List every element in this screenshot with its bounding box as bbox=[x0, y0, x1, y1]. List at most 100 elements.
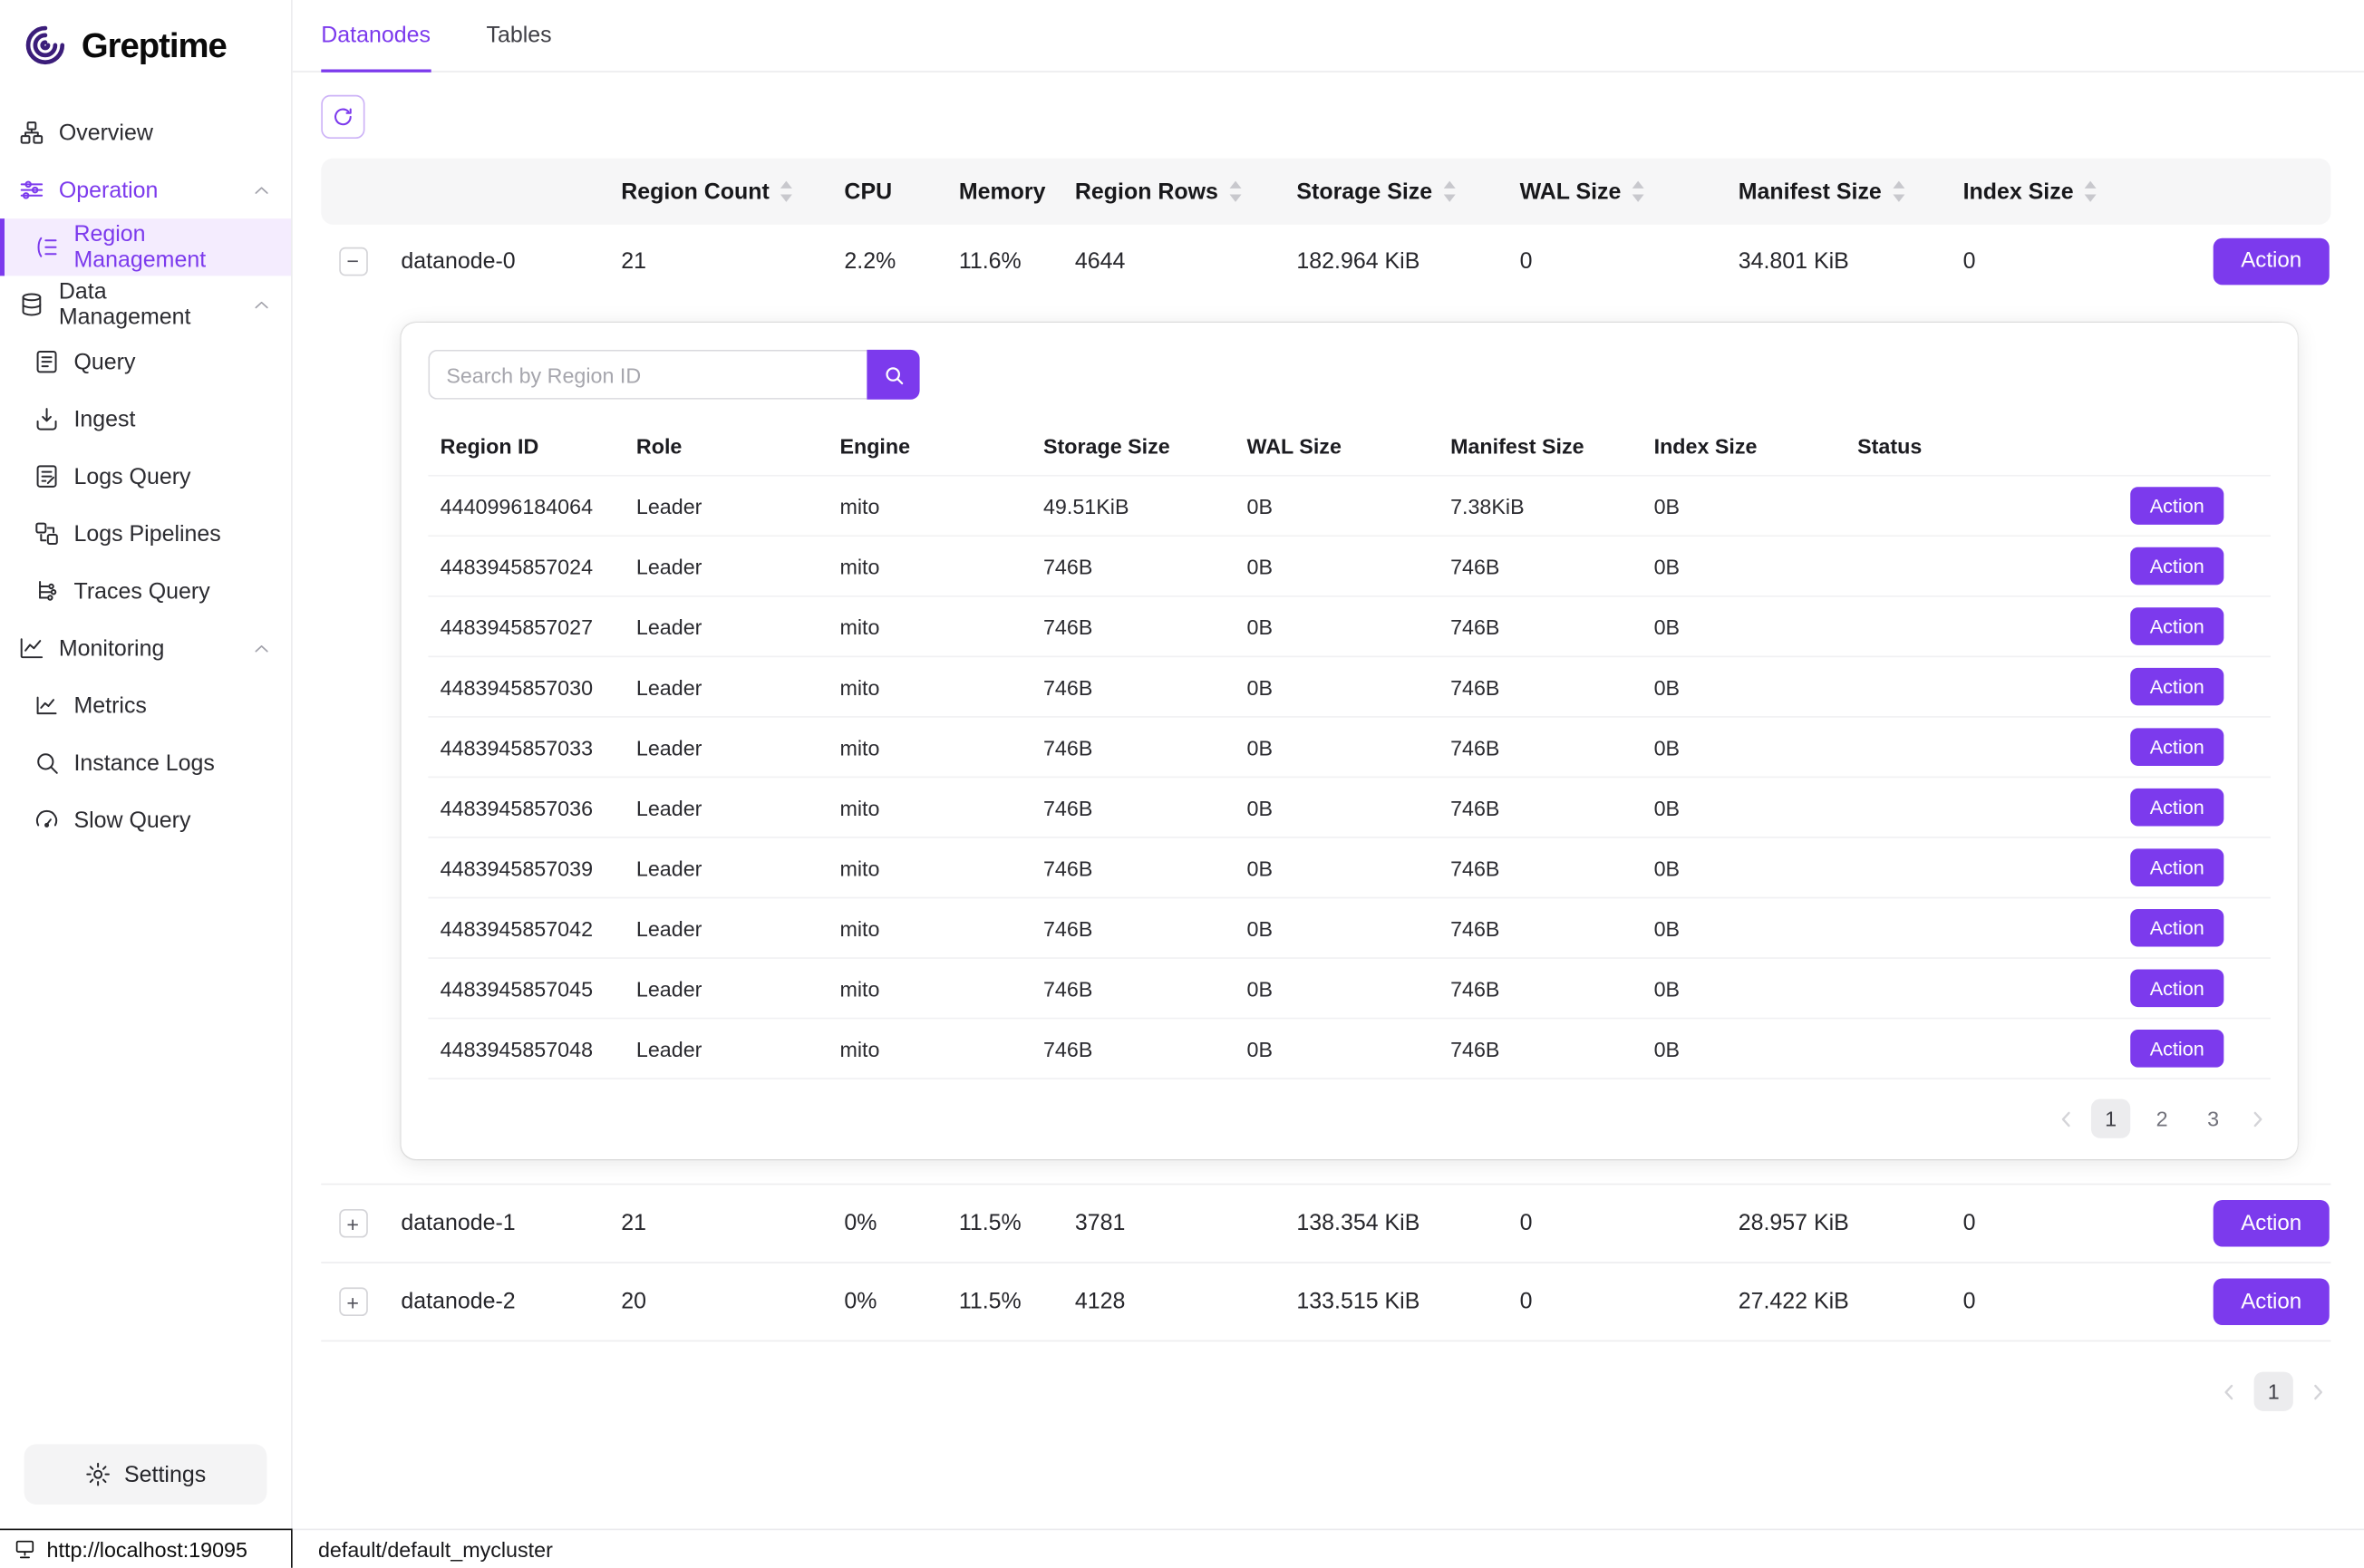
page-button[interactable]: 1 bbox=[2254, 1372, 2293, 1411]
datanode-action-button[interactable]: Action bbox=[2214, 1200, 2330, 1247]
sidebar-item-instance-logs[interactable]: Instance Logs bbox=[0, 734, 291, 791]
manifest-size-cell: 746B bbox=[1450, 976, 1654, 1001]
sidebar-item-query[interactable]: Query bbox=[0, 334, 291, 391]
role-cell: Leader bbox=[636, 1036, 840, 1060]
sort-icon[interactable] bbox=[1892, 181, 1905, 202]
role-cell: Leader bbox=[636, 674, 840, 699]
region-action-button[interactable]: Action bbox=[2130, 607, 2224, 645]
brand-name: Greptime bbox=[82, 24, 227, 65]
sidebar-item-region-management[interactable]: Region Management bbox=[0, 218, 291, 276]
sort-icon[interactable] bbox=[2084, 181, 2098, 202]
storage-size-cell: 138.354 KiB bbox=[1296, 1211, 1519, 1236]
region-action-button[interactable]: Action bbox=[2130, 547, 2224, 586]
engine-cell: mito bbox=[839, 1036, 1043, 1060]
sidebar-item-metrics[interactable]: Metrics bbox=[0, 677, 291, 734]
chevron-right-icon[interactable] bbox=[2305, 1379, 2330, 1404]
column-index-size: Index Size bbox=[1963, 179, 2186, 204]
chevron-left-icon[interactable] bbox=[2053, 1106, 2078, 1131]
sidebar-item-label: Metrics bbox=[74, 692, 147, 718]
cluster-indicator[interactable]: default/default_mycluster bbox=[293, 1529, 2364, 1568]
sidebar-item-traces-query[interactable]: Traces Query bbox=[0, 562, 291, 619]
search-button[interactable] bbox=[867, 350, 919, 400]
region-action-button[interactable]: Action bbox=[2130, 969, 2224, 1007]
datanode-action-button[interactable]: Action bbox=[2214, 237, 2330, 285]
sidebar-item-label: Instance Logs bbox=[74, 750, 215, 775]
storage-size-cell: 746B bbox=[1043, 554, 1247, 578]
region-action-button[interactable]: Action bbox=[2130, 668, 2224, 706]
sidebar-item-ingest[interactable]: Ingest bbox=[0, 391, 291, 448]
server-address[interactable]: http://localhost:19095 bbox=[0, 1529, 293, 1568]
expand-row-button[interactable]: + bbox=[338, 1287, 367, 1316]
page-button[interactable]: 1 bbox=[2091, 1099, 2130, 1138]
chevron-up-icon bbox=[250, 294, 273, 316]
region-rows-cell: 4128 bbox=[1075, 1289, 1297, 1314]
wal-size-cell: 0B bbox=[1247, 615, 1451, 639]
sidebar-item-logs-pipelines[interactable]: Logs Pipelines bbox=[0, 505, 291, 562]
collapse-row-button[interactable]: − bbox=[338, 247, 367, 276]
index-size-cell: 0B bbox=[1654, 494, 1858, 518]
operation-icon bbox=[18, 177, 45, 204]
sidebar-section-data-management[interactable]: Data Management bbox=[0, 276, 291, 333]
sidebar-item-label: Overview bbox=[59, 120, 153, 145]
region-action-button[interactable]: Action bbox=[2130, 728, 2224, 766]
page-button[interactable]: 2 bbox=[2143, 1099, 2182, 1138]
region-rows-cell: 3781 bbox=[1075, 1211, 1297, 1236]
sort-icon[interactable] bbox=[780, 181, 793, 202]
wal-size-cell: 0B bbox=[1247, 976, 1451, 1001]
tab-tables[interactable]: Tables bbox=[487, 0, 552, 71]
settings-button[interactable]: Settings bbox=[24, 1444, 267, 1505]
region-count-cell: 20 bbox=[621, 1289, 844, 1314]
sidebar-item-label: Region Management bbox=[74, 222, 274, 274]
refresh-button[interactable] bbox=[321, 95, 364, 139]
role-cell: Leader bbox=[636, 795, 840, 819]
role-cell: Leader bbox=[636, 915, 840, 940]
index-size-cell: 0B bbox=[1654, 735, 1858, 760]
storage-size-cell: 133.515 KiB bbox=[1296, 1289, 1519, 1314]
datanode-action-button[interactable]: Action bbox=[2214, 1278, 2330, 1325]
region-action-button[interactable]: Action bbox=[2130, 789, 2224, 827]
chevron-left-icon[interactable] bbox=[2216, 1379, 2242, 1404]
region-id-cell: 4483945857039 bbox=[428, 856, 636, 880]
chevron-up-icon bbox=[250, 637, 273, 660]
sort-icon[interactable] bbox=[1632, 181, 1645, 202]
sidebar-section-operation[interactable]: Operation bbox=[0, 161, 291, 218]
page-button[interactable]: 3 bbox=[2194, 1099, 2233, 1138]
sidebar-item-label: Traces Query bbox=[74, 578, 210, 604]
table-row: − datanode-0 21 2.2% 11.6% 4644 182.964 … bbox=[321, 225, 2330, 297]
sidebar-item-slow-query[interactable]: Slow Query bbox=[0, 791, 291, 848]
manifest-size-cell: 746B bbox=[1450, 915, 1654, 940]
index-size-cell: 0B bbox=[1654, 554, 1858, 578]
sort-icon[interactable] bbox=[1229, 181, 1243, 202]
region-search-input[interactable] bbox=[428, 350, 867, 400]
brand-logo[interactable]: Greptime bbox=[0, 0, 291, 92]
table-row: 4483945857024 Leader mito 746B 0B 746B 0… bbox=[428, 537, 2271, 597]
sidebar: Greptime Overview Operation Region Manag… bbox=[0, 0, 293, 1529]
tab-datanodes[interactable]: Datanodes bbox=[321, 0, 431, 71]
region-action-button[interactable]: Action bbox=[2130, 1030, 2224, 1068]
sort-icon[interactable] bbox=[1443, 181, 1457, 202]
wal-size-cell: 0 bbox=[1520, 1211, 1739, 1236]
region-id-cell: 4483945857027 bbox=[428, 615, 636, 639]
sidebar-item-overview[interactable]: Overview bbox=[0, 104, 291, 161]
query-icon bbox=[34, 348, 61, 375]
engine-cell: mito bbox=[839, 554, 1043, 578]
manifest-size-cell: 746B bbox=[1450, 795, 1654, 819]
expand-row-button[interactable]: + bbox=[338, 1209, 367, 1238]
metrics-icon bbox=[34, 692, 61, 719]
sidebar-item-logs-query[interactable]: Logs Query bbox=[0, 448, 291, 505]
role-cell: Leader bbox=[636, 735, 840, 760]
engine-cell: mito bbox=[839, 615, 1043, 639]
sidebar-section-label: Operation bbox=[59, 177, 159, 202]
engine-cell: mito bbox=[839, 494, 1043, 518]
region-action-button[interactable]: Action bbox=[2130, 909, 2224, 947]
region-action-button[interactable]: Action bbox=[2130, 487, 2224, 525]
region-count-cell: 21 bbox=[621, 248, 844, 274]
tab-bar: Datanodes Tables bbox=[293, 0, 2364, 73]
region-panel: Region ID Role Engine Storage Size WAL S… bbox=[401, 323, 2297, 1159]
cpu-cell: 2.2% bbox=[844, 248, 958, 274]
region-id-cell: 4483945857036 bbox=[428, 795, 636, 819]
sidebar-section-monitoring[interactable]: Monitoring bbox=[0, 620, 291, 677]
chevron-right-icon[interactable] bbox=[2245, 1106, 2271, 1131]
datanodes-table: Region Count CPU Memory Region Rows Stor… bbox=[321, 159, 2330, 1342]
region-action-button[interactable]: Action bbox=[2130, 848, 2224, 886]
